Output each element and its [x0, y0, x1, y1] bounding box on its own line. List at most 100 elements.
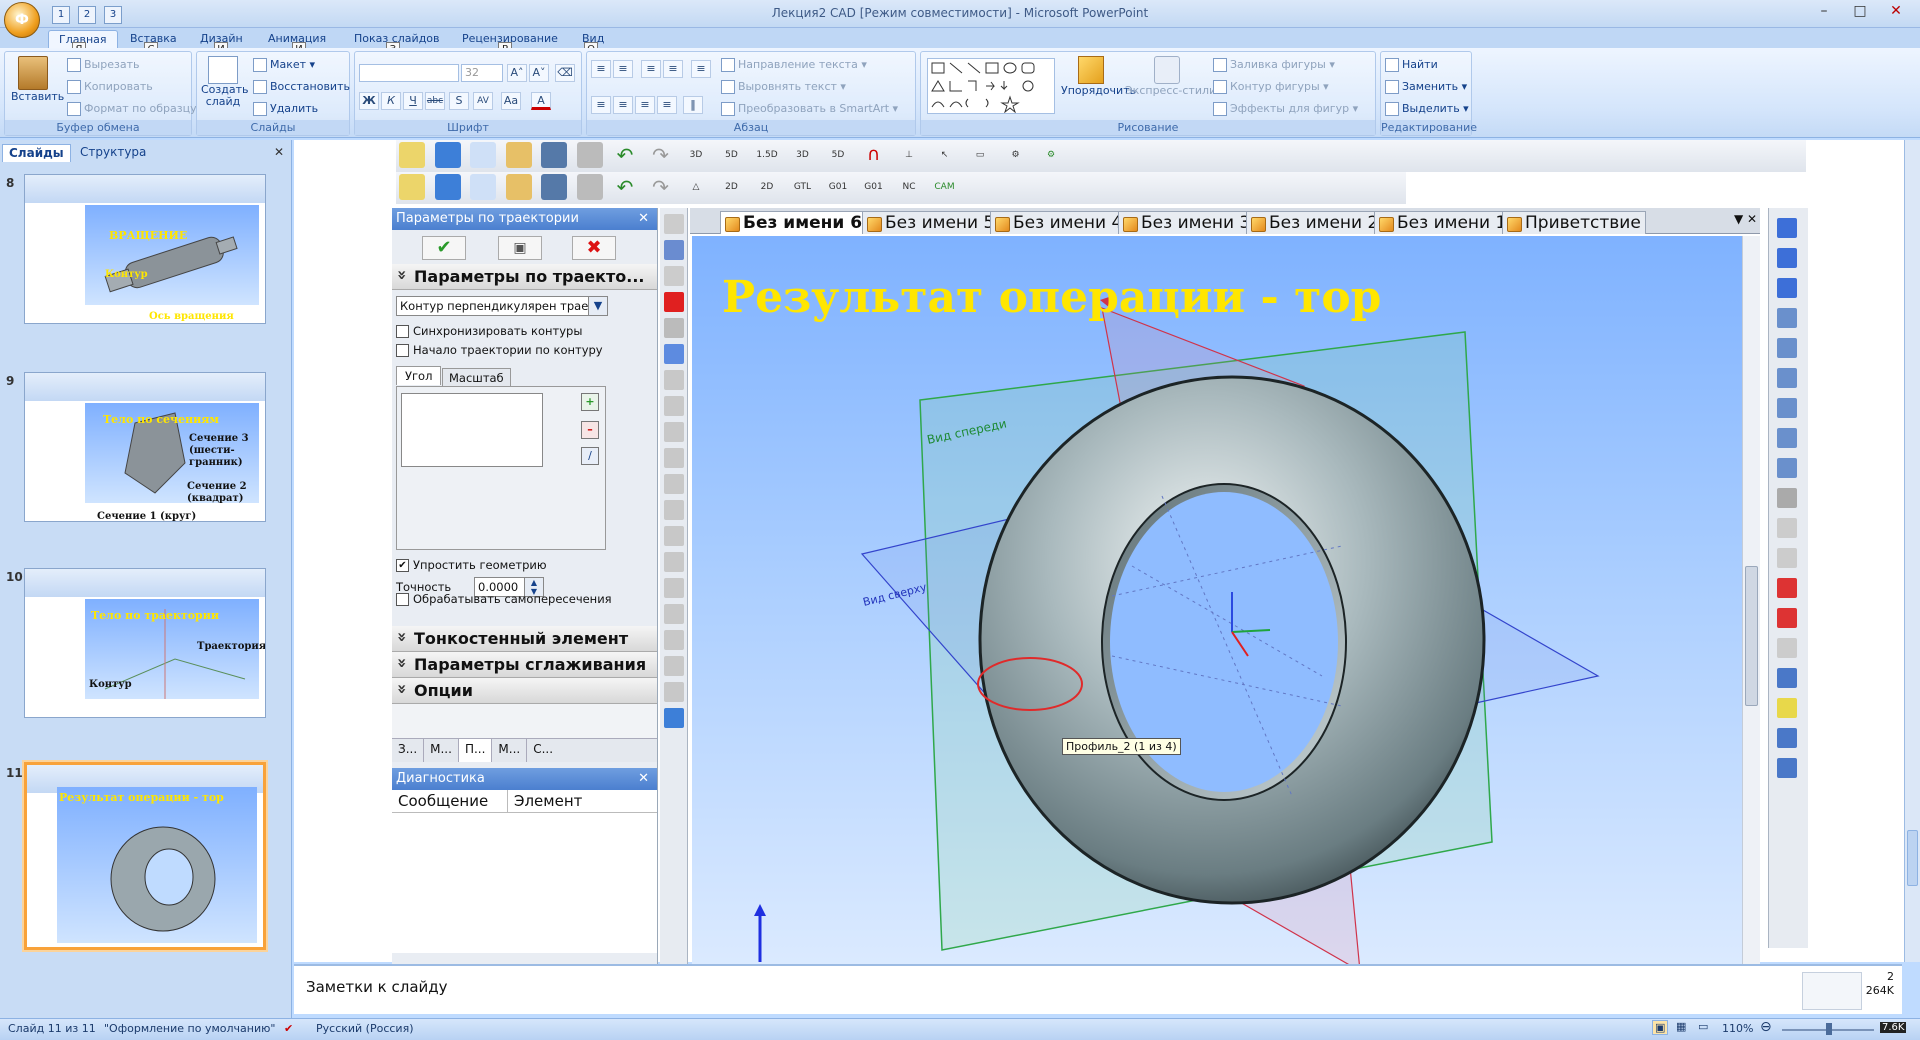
- justify-icon[interactable]: ≡: [657, 96, 677, 114]
- zoom-in-icon[interactable]: [1777, 398, 1797, 418]
- sweep-icon[interactable]: [664, 344, 684, 364]
- tool-icon[interactable]: [664, 370, 684, 390]
- shape-fill-button[interactable]: Заливка фигуры ▾: [1213, 58, 1335, 72]
- tool-nc-icon[interactable]: NC: [896, 174, 922, 200]
- find-button[interactable]: Найти: [1385, 58, 1438, 72]
- align-center-icon[interactable]: ≡: [613, 96, 633, 114]
- tool-icon[interactable]: [664, 604, 684, 624]
- tool-g01-icon[interactable]: G01: [825, 174, 851, 200]
- save-icon[interactable]: [541, 174, 567, 200]
- columns-icon[interactable]: ‖: [683, 96, 703, 114]
- text-direction-button[interactable]: Направление текста ▾: [721, 58, 867, 72]
- cut-button[interactable]: Вырезать: [67, 58, 139, 72]
- open-icon[interactable]: [399, 142, 425, 168]
- bullets-icon[interactable]: ≡: [591, 60, 611, 78]
- font-color-button[interactable]: A: [531, 92, 551, 110]
- cube-icon[interactable]: [434, 142, 461, 168]
- doc-tab[interactable]: Без имени 2: [1246, 211, 1384, 234]
- minimize-button[interactable]: –: [1806, 1, 1842, 21]
- doc-tab[interactable]: Без имени 1: [1374, 211, 1512, 234]
- slide-thumbnail-selected[interactable]: Результат операции - тор: [24, 762, 266, 950]
- tool-icon[interactable]: [664, 396, 684, 416]
- line-spacing-icon[interactable]: ≡: [691, 60, 711, 78]
- screen-icon[interactable]: ▭: [967, 142, 993, 168]
- doc-tab-active[interactable]: Без имени 6: [720, 211, 868, 234]
- tool-5d-icon[interactable]: 5D: [825, 142, 851, 168]
- redo-icon[interactable]: ↷: [648, 142, 674, 168]
- checkbox[interactable]: [396, 325, 409, 338]
- start-by-contour-checkbox[interactable]: Начало траектории по контуру: [396, 343, 603, 357]
- doc-tab[interactable]: Без имени 5: [862, 211, 1000, 234]
- preview-icon[interactable]: ▣: [498, 236, 542, 260]
- sync-contours-checkbox[interactable]: Синхронизировать контуры: [396, 324, 582, 338]
- gear-green-icon[interactable]: ⚙: [1038, 142, 1064, 168]
- scroll-thumb[interactable]: [1907, 830, 1918, 886]
- slide-thumbnail[interactable]: Тело по траектории Траектория Контур: [24, 568, 266, 718]
- bottom-tab[interactable]: С...: [527, 739, 559, 762]
- sheet-icon[interactable]: [470, 142, 496, 168]
- frame-icon[interactable]: [1777, 758, 1797, 778]
- tool-5d-icon[interactable]: 5D: [719, 142, 745, 168]
- print-icon[interactable]: [576, 174, 603, 200]
- font-name-combo[interactable]: [359, 64, 459, 82]
- doc-tab[interactable]: Приветствие: [1502, 211, 1646, 234]
- zoom-window-icon[interactable]: [1777, 368, 1797, 388]
- zoom-level[interactable]: 110%: [1722, 1022, 1753, 1035]
- magnet-icon[interactable]: [1777, 278, 1797, 298]
- print-icon[interactable]: [576, 142, 603, 168]
- tool-2d-icon[interactable]: 2D: [754, 174, 780, 200]
- self-intersections-checkbox[interactable]: Обрабатывать самопересечения: [396, 592, 612, 606]
- scroll-thumb[interactable]: [1745, 566, 1758, 706]
- tool-3d-icon[interactable]: 3D: [790, 142, 816, 168]
- warning-icon[interactable]: △: [683, 174, 709, 200]
- axis-icon[interactable]: ⊥: [896, 142, 922, 168]
- replace-button[interactable]: Заменить ▾: [1385, 80, 1467, 94]
- curve-icon[interactable]: ∕: [581, 447, 599, 465]
- gear-icon[interactable]: ⚙: [1003, 142, 1029, 168]
- angle-list[interactable]: [401, 393, 543, 467]
- sorter-view-icon[interactable]: ▦: [1676, 1020, 1686, 1033]
- tool-icon[interactable]: [664, 448, 684, 468]
- tabs-menu-icon[interactable]: ▼ ✕: [1734, 212, 1757, 226]
- normal-view-icon[interactable]: ▣: [1652, 1020, 1669, 1035]
- spacing-button[interactable]: AV: [473, 92, 493, 110]
- italic-button[interactable]: К: [381, 92, 401, 110]
- tab-outline[interactable]: Структура: [74, 144, 152, 162]
- align-right-icon[interactable]: ≡: [635, 96, 655, 114]
- slideshow-view-icon[interactable]: ▭: [1698, 1020, 1708, 1033]
- align-left-icon[interactable]: ≡: [591, 96, 611, 114]
- tool-g01-icon[interactable]: G01: [861, 174, 887, 200]
- folder-icon[interactable]: [505, 142, 532, 168]
- bottom-tab[interactable]: З...: [392, 739, 425, 762]
- doc-tab[interactable]: Без имени 3: [1118, 211, 1256, 234]
- arrange-button[interactable]: Упорядочить: [1061, 56, 1136, 97]
- checkbox[interactable]: [396, 593, 409, 606]
- doc-tab[interactable]: Без имени 4: [990, 211, 1128, 234]
- section-smoothing[interactable]: Параметры сглаживания: [392, 652, 657, 678]
- tool-icon[interactable]: [664, 656, 684, 676]
- check-icon[interactable]: [664, 214, 684, 234]
- tool-icon[interactable]: [664, 552, 684, 572]
- tool-15d-icon[interactable]: 1.5D: [754, 142, 780, 168]
- layout-button[interactable]: Макет ▾: [253, 58, 315, 72]
- cursor-icon[interactable]: ↖: [932, 142, 958, 168]
- magnet-icon[interactable]: [1777, 218, 1797, 238]
- column-message[interactable]: Сообщение: [392, 790, 508, 812]
- tool-icon[interactable]: [664, 526, 684, 546]
- zoom-fit-icon[interactable]: [1777, 338, 1797, 358]
- zoom-icon[interactable]: [1777, 308, 1797, 328]
- eraser-icon[interactable]: [1777, 638, 1797, 658]
- folder-icon[interactable]: [505, 174, 532, 200]
- redo-icon[interactable]: ↷: [648, 174, 674, 200]
- smartart-button[interactable]: Преобразовать в SmartArt ▾: [721, 102, 898, 116]
- checkbox-checked[interactable]: ✔: [396, 559, 409, 572]
- pin-icon[interactable]: [1777, 248, 1797, 268]
- indent-increase-icon[interactable]: ≡: [663, 60, 683, 78]
- close-icon[interactable]: ✕: [638, 768, 649, 790]
- format-painter-button[interactable]: Формат по образцу: [67, 102, 197, 116]
- checkbox[interactable]: [396, 344, 409, 357]
- spellcheck-icon[interactable]: ✔: [284, 1022, 293, 1035]
- undo-icon[interactable]: ↶: [612, 142, 638, 168]
- bottom-tab[interactable]: М...: [492, 739, 528, 762]
- shrink-font-button[interactable]: A˅: [529, 64, 549, 82]
